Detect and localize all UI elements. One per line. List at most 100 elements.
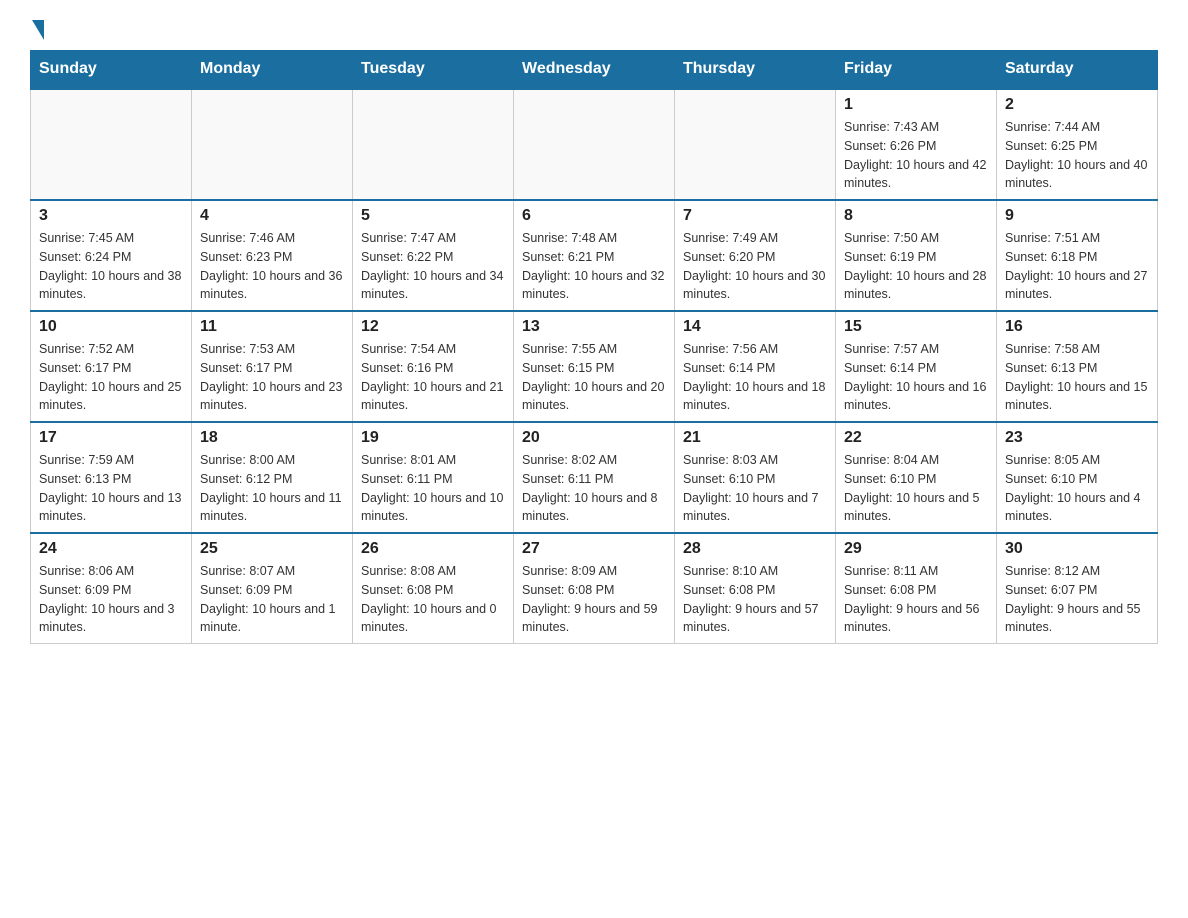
day-number: 30 xyxy=(1005,540,1149,558)
day-number: 17 xyxy=(39,429,183,447)
calendar-week-row: 3 Sunrise: 7:45 AM Sunset: 6:24 PM Daylig… xyxy=(31,200,1158,311)
day-info: Sunrise: 7:51 AM Sunset: 6:18 PM Dayligh… xyxy=(1005,229,1149,304)
day-info: Sunrise: 7:44 AM Sunset: 6:25 PM Dayligh… xyxy=(1005,118,1149,193)
page-header xyxy=(30,20,1158,40)
day-number: 6 xyxy=(522,207,666,225)
day-number: 15 xyxy=(844,318,988,336)
calendar-day-cell: 16 Sunrise: 7:58 AM Sunset: 6:13 PM Dayli… xyxy=(997,311,1158,422)
day-info: Sunrise: 7:45 AM Sunset: 6:24 PM Dayligh… xyxy=(39,229,183,304)
calendar-day-cell: 24 Sunrise: 8:06 AM Sunset: 6:09 PM Dayli… xyxy=(31,533,192,644)
day-info: Sunrise: 7:57 AM Sunset: 6:14 PM Dayligh… xyxy=(844,340,988,415)
calendar-day-cell: 1 Sunrise: 7:43 AM Sunset: 6:26 PM Daylig… xyxy=(836,89,997,200)
calendar-day-cell: 15 Sunrise: 7:57 AM Sunset: 6:14 PM Dayli… xyxy=(836,311,997,422)
calendar-day-cell: 6 Sunrise: 7:48 AM Sunset: 6:21 PM Daylig… xyxy=(514,200,675,311)
calendar-table: SundayMondayTuesdayWednesdayThursdayFrid… xyxy=(30,50,1158,644)
day-info: Sunrise: 8:04 AM Sunset: 6:10 PM Dayligh… xyxy=(844,451,988,526)
day-info: Sunrise: 7:46 AM Sunset: 6:23 PM Dayligh… xyxy=(200,229,344,304)
calendar-day-cell: 4 Sunrise: 7:46 AM Sunset: 6:23 PM Daylig… xyxy=(192,200,353,311)
day-number: 28 xyxy=(683,540,827,558)
day-number: 9 xyxy=(1005,207,1149,225)
calendar-day-cell xyxy=(192,89,353,200)
day-of-week-header: Sunday xyxy=(31,50,192,89)
day-info: Sunrise: 8:10 AM Sunset: 6:08 PM Dayligh… xyxy=(683,562,827,637)
day-info: Sunrise: 8:01 AM Sunset: 6:11 PM Dayligh… xyxy=(361,451,505,526)
day-number: 18 xyxy=(200,429,344,447)
calendar-day-cell: 21Sunrise: 8:03 AM Sunset: 6:10 PM Dayli… xyxy=(675,422,836,533)
calendar-day-cell xyxy=(675,89,836,200)
day-info: Sunrise: 7:50 AM Sunset: 6:19 PM Dayligh… xyxy=(844,229,988,304)
day-number: 13 xyxy=(522,318,666,336)
calendar-week-row: 17 Sunrise: 7:59 AM Sunset: 6:13 PM Dayli… xyxy=(31,422,1158,533)
calendar-header-row: SundayMondayTuesdayWednesdayThursdayFrid… xyxy=(31,50,1158,89)
day-info: Sunrise: 8:06 AM Sunset: 6:09 PM Dayligh… xyxy=(39,562,183,637)
day-info: Sunrise: 8:02 AM Sunset: 6:11 PM Dayligh… xyxy=(522,451,666,526)
day-info: Sunrise: 7:58 AM Sunset: 6:13 PM Dayligh… xyxy=(1005,340,1149,415)
day-info: Sunrise: 8:09 AM Sunset: 6:08 PM Dayligh… xyxy=(522,562,666,637)
day-number: 23 xyxy=(1005,429,1149,447)
day-number: 20 xyxy=(522,429,666,447)
day-info: Sunrise: 7:53 AM Sunset: 6:17 PM Dayligh… xyxy=(200,340,344,415)
calendar-day-cell: 10 Sunrise: 7:52 AM Sunset: 6:17 PM Dayli… xyxy=(31,311,192,422)
calendar-week-row: 10 Sunrise: 7:52 AM Sunset: 6:17 PM Dayli… xyxy=(31,311,1158,422)
day-of-week-header: Saturday xyxy=(997,50,1158,89)
day-number: 24 xyxy=(39,540,183,558)
calendar-day-cell xyxy=(31,89,192,200)
day-number: 1 xyxy=(844,96,988,114)
day-of-week-header: Tuesday xyxy=(353,50,514,89)
calendar-week-row: 24 Sunrise: 8:06 AM Sunset: 6:09 PM Dayli… xyxy=(31,533,1158,644)
calendar-day-cell: 19 Sunrise: 8:01 AM Sunset: 6:11 PM Dayli… xyxy=(353,422,514,533)
calendar-day-cell: 25 Sunrise: 8:07 AM Sunset: 6:09 PM Dayli… xyxy=(192,533,353,644)
calendar-day-cell: 27 Sunrise: 8:09 AM Sunset: 6:08 PM Dayli… xyxy=(514,533,675,644)
day-info: Sunrise: 7:47 AM Sunset: 6:22 PM Dayligh… xyxy=(361,229,505,304)
day-number: 27 xyxy=(522,540,666,558)
day-of-week-header: Wednesday xyxy=(514,50,675,89)
day-info: Sunrise: 7:43 AM Sunset: 6:26 PM Dayligh… xyxy=(844,118,988,193)
calendar-day-cell: 3 Sunrise: 7:45 AM Sunset: 6:24 PM Daylig… xyxy=(31,200,192,311)
day-of-week-header: Thursday xyxy=(675,50,836,89)
day-number: 7 xyxy=(683,207,827,225)
day-info: Sunrise: 8:03 AM Sunset: 6:10 PM Dayligh… xyxy=(683,451,827,526)
day-info: Sunrise: 7:49 AM Sunset: 6:20 PM Dayligh… xyxy=(683,229,827,304)
calendar-day-cell: 26 Sunrise: 8:08 AM Sunset: 6:08 PM Dayli… xyxy=(353,533,514,644)
calendar-day-cell: 7 Sunrise: 7:49 AM Sunset: 6:20 PM Daylig… xyxy=(675,200,836,311)
day-number: 16 xyxy=(1005,318,1149,336)
calendar-day-cell: 28 Sunrise: 8:10 AM Sunset: 6:08 PM Dayli… xyxy=(675,533,836,644)
calendar-day-cell: 12Sunrise: 7:54 AM Sunset: 6:16 PM Dayli… xyxy=(353,311,514,422)
day-number: 12 xyxy=(361,318,505,336)
day-number: 2 xyxy=(1005,96,1149,114)
day-number: 25 xyxy=(200,540,344,558)
calendar-day-cell: 22Sunrise: 8:04 AM Sunset: 6:10 PM Dayli… xyxy=(836,422,997,533)
day-info: Sunrise: 8:12 AM Sunset: 6:07 PM Dayligh… xyxy=(1005,562,1149,637)
calendar-day-cell: 13 Sunrise: 7:55 AM Sunset: 6:15 PM Dayli… xyxy=(514,311,675,422)
day-of-week-header: Monday xyxy=(192,50,353,89)
calendar-day-cell: 23 Sunrise: 8:05 AM Sunset: 6:10 PM Dayli… xyxy=(997,422,1158,533)
day-number: 26 xyxy=(361,540,505,558)
day-number: 10 xyxy=(39,318,183,336)
day-info: Sunrise: 7:48 AM Sunset: 6:21 PM Dayligh… xyxy=(522,229,666,304)
day-number: 5 xyxy=(361,207,505,225)
calendar-day-cell xyxy=(353,89,514,200)
day-number: 4 xyxy=(200,207,344,225)
day-number: 11 xyxy=(200,318,344,336)
calendar-day-cell: 30 Sunrise: 8:12 AM Sunset: 6:07 PM Dayli… xyxy=(997,533,1158,644)
day-info: Sunrise: 7:55 AM Sunset: 6:15 PM Dayligh… xyxy=(522,340,666,415)
calendar-day-cell: 8 Sunrise: 7:50 AM Sunset: 6:19 PM Daylig… xyxy=(836,200,997,311)
calendar-day-cell: 9 Sunrise: 7:51 AM Sunset: 6:18 PM Daylig… xyxy=(997,200,1158,311)
day-info: Sunrise: 8:07 AM Sunset: 6:09 PM Dayligh… xyxy=(200,562,344,637)
day-info: Sunrise: 8:08 AM Sunset: 6:08 PM Dayligh… xyxy=(361,562,505,637)
calendar-day-cell: 2 Sunrise: 7:44 AM Sunset: 6:25 PM Daylig… xyxy=(997,89,1158,200)
day-number: 8 xyxy=(844,207,988,225)
day-number: 3 xyxy=(39,207,183,225)
day-info: Sunrise: 7:52 AM Sunset: 6:17 PM Dayligh… xyxy=(39,340,183,415)
day-of-week-header: Friday xyxy=(836,50,997,89)
calendar-day-cell: 20 Sunrise: 8:02 AM Sunset: 6:11 PM Dayli… xyxy=(514,422,675,533)
logo-arrow-icon xyxy=(32,20,44,40)
calendar-day-cell: 17 Sunrise: 7:59 AM Sunset: 6:13 PM Dayli… xyxy=(31,422,192,533)
day-number: 19 xyxy=(361,429,505,447)
calendar-day-cell: 18Sunrise: 8:00 AM Sunset: 6:12 PM Dayli… xyxy=(192,422,353,533)
day-info: Sunrise: 7:59 AM Sunset: 6:13 PM Dayligh… xyxy=(39,451,183,526)
day-info: Sunrise: 8:11 AM Sunset: 6:08 PM Dayligh… xyxy=(844,562,988,637)
calendar-day-cell: 5 Sunrise: 7:47 AM Sunset: 6:22 PM Daylig… xyxy=(353,200,514,311)
day-info: Sunrise: 8:05 AM Sunset: 6:10 PM Dayligh… xyxy=(1005,451,1149,526)
calendar-day-cell: 29Sunrise: 8:11 AM Sunset: 6:08 PM Dayli… xyxy=(836,533,997,644)
